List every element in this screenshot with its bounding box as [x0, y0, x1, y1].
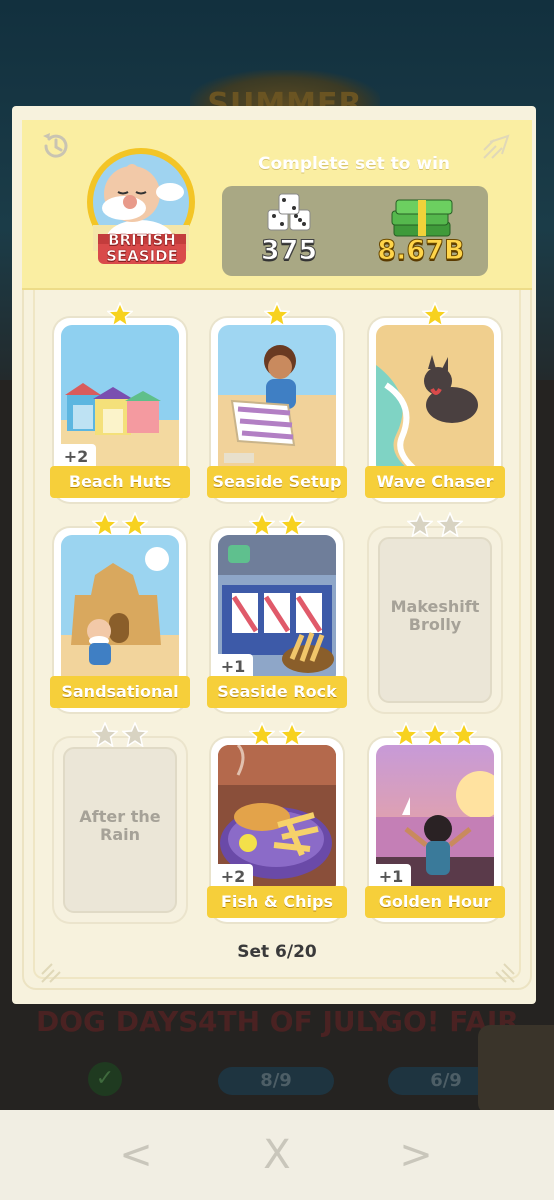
check-icon: ✓	[88, 1062, 122, 1096]
bottom-navigation: < X >	[0, 1110, 554, 1200]
sticker-card-sandsational[interactable]: Sandsational	[50, 512, 190, 712]
sticker-card-makeshift-brolly[interactable]: Makeshift Brolly	[369, 512, 501, 712]
sticker-card-after-the-rain[interactable]: After the Rain	[54, 722, 186, 922]
event-title-dog-days: DOG DAYS	[36, 1005, 199, 1038]
star-icon	[436, 512, 463, 538]
cash-stack-icon	[391, 199, 453, 237]
card-name: Seaside Rock	[207, 676, 347, 708]
close-button[interactable]: X	[247, 1132, 307, 1178]
sticker-card-fish-and-chips[interactable]: +2 Fish & Chips	[207, 722, 347, 922]
card-name: Sandsational	[50, 676, 190, 708]
card-name: Makeshift Brolly	[390, 597, 480, 634]
set-counter: Set 6/20	[237, 942, 317, 962]
history-icon[interactable]	[38, 128, 74, 164]
card-stars	[54, 722, 186, 748]
card-art	[61, 535, 179, 685]
card-name: Wave Chaser	[365, 466, 505, 498]
card-name: Beach Huts	[50, 466, 190, 498]
chevron-left-icon: <	[119, 1132, 153, 1178]
star-icon	[92, 722, 119, 748]
sticker-card-seaside-rock[interactable]: +1 Seaside Rock	[207, 512, 347, 712]
card-name: Golden Hour	[365, 886, 505, 918]
card-name: Seaside Setup	[207, 466, 347, 498]
sticker-card-golden-hour[interactable]: +1 Golden Hour	[365, 722, 505, 922]
star-icon	[407, 512, 434, 538]
card-name: After the Rain	[79, 807, 161, 844]
previous-set-button[interactable]: <	[106, 1132, 166, 1178]
reward-title: Complete set to win	[257, 154, 451, 174]
sticker-card-seaside-setup[interactable]: Seaside Setup	[207, 302, 347, 502]
sticker-card-beach-huts[interactable]: +2 Beach Huts	[50, 302, 190, 502]
card-name: Fish & Chips	[207, 886, 347, 918]
star-icon	[121, 722, 148, 748]
card-art	[218, 325, 336, 475]
card-stars	[369, 512, 501, 538]
set-name: BRITISH SEASIDE	[106, 231, 178, 265]
next-set-button[interactable]: >	[386, 1132, 446, 1178]
close-icon: X	[263, 1132, 291, 1178]
event-progress-pill: 8/9	[218, 1067, 334, 1095]
dice-reward-value: 375	[260, 235, 318, 267]
side-shortcut	[478, 1025, 554, 1115]
cash-reward-value: 8.67B	[377, 235, 465, 267]
dice-stack-icon	[267, 193, 311, 231]
sticker-card-wave-chaser[interactable]: Wave Chaser	[365, 302, 505, 502]
card-art	[376, 325, 494, 475]
event-title-4th-of-july: 4TH OF JULY	[198, 1005, 390, 1038]
chevron-right-icon: >	[399, 1132, 433, 1178]
